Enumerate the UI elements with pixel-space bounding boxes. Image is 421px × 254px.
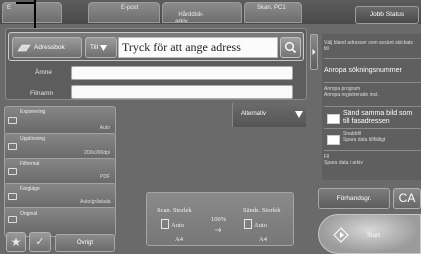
amne-label: Ämne [35,69,52,76]
alternativ-label: Alternativ [241,111,267,117]
page-icon [161,219,169,229]
tab-email[interactable]: E-post [88,2,160,23]
search-icon [284,41,297,54]
right-panel-toggle[interactable] [310,34,318,70]
divider [324,150,421,151]
filnamn-field[interactable] [71,85,293,99]
checkmark-icon: ✓ [35,236,45,248]
star-icon: ★ [10,235,22,249]
divider [324,82,421,83]
scan-paper-size: A4 [175,236,183,243]
exposure-icon [8,117,17,124]
action-anropa-sokningsnummer[interactable]: Anropa sökningsnummer [324,67,421,75]
confirm-button[interactable]: ✓ [29,232,51,252]
exponering-value: Auto [99,125,110,131]
divider [324,58,421,59]
send-paper-size: A4 [259,236,267,243]
color-mode-icon [8,193,17,200]
size-panel[interactable]: Scan. Storlek Sänds. Storlek 100% Auto A… [146,192,294,246]
tab-skan-pc[interactable]: Skan. PC1 [244,2,302,23]
address-book-icon [17,44,31,51]
amne-field[interactable] [71,66,293,80]
scan-auto: Auto [171,222,184,229]
adressbok-button[interactable]: Adressbok [12,37,82,58]
upplosning-value: 200x200dpi [84,150,110,156]
action-sand-samma-bild[interactable]: Sänd samma bild som till fasadressen [343,110,419,126]
start-diamond-icon [333,227,349,243]
action-anropa-program[interactable]: Anropa program Anropa registrerade inst. [324,86,421,98]
arrow-icon [215,227,221,233]
till-button[interactable]: Till [85,37,117,58]
job-status-button[interactable]: Jobb Status [355,6,419,24]
scan-size-label: Scan. Storlek [157,207,192,214]
send-auto: Auto [254,222,267,229]
checkbox[interactable] [327,135,340,145]
callout-pointer-arm [16,2,35,4]
filformat-value: PDF [100,174,110,180]
tab-first[interactable]: E [2,2,62,23]
divider [324,128,421,129]
tab-harddisk-arkiv[interactable]: Hårddisk- arkiv [162,2,242,23]
fargelage-label: Färgläge [20,186,40,192]
exponering-label: Exponering [20,109,46,115]
page-icon [244,219,252,229]
clear-all-button[interactable]: CA [393,188,421,209]
original-icon [8,216,17,223]
send-size-label: Sänds. Storlek [243,207,281,214]
ovrigt-button[interactable]: Övrigt [55,234,115,252]
divider [324,106,421,107]
favorite-button[interactable]: ★ [6,232,26,252]
chevron-down-icon [100,44,108,51]
checkbox[interactable] [327,114,340,124]
action-sent-addresses[interactable]: Välj bland adresser som avsänt skickats … [324,40,414,52]
address-input[interactable]: Tryck för att ange adress [118,37,278,58]
fargelage-value: Auto/gråskala [80,199,111,205]
search-button[interactable] [280,37,301,58]
chevron-down-icon [295,111,303,118]
forhandsgranska-button[interactable]: Förhandsgr. [318,188,390,209]
start-label: Start [367,231,381,239]
alternativ-dropdown[interactable]: Alternativ [232,103,306,127]
file-format-icon [8,168,17,175]
filnamn-label: Filnamn [30,90,54,97]
resolution-icon [8,143,17,150]
start-button[interactable]: Start [318,214,421,254]
upplosning-label: Upplösning [20,136,46,142]
action-snabbfil[interactable]: Snabbfil Spara data tillfälligt [343,131,419,143]
original-label: Original [20,211,38,217]
filformat-label: Filformat [20,161,40,167]
scale-percent: 100% [211,216,227,223]
action-fil[interactable]: Fil Spara data i arkiv [324,154,421,166]
chevron-right-icon [312,49,316,55]
